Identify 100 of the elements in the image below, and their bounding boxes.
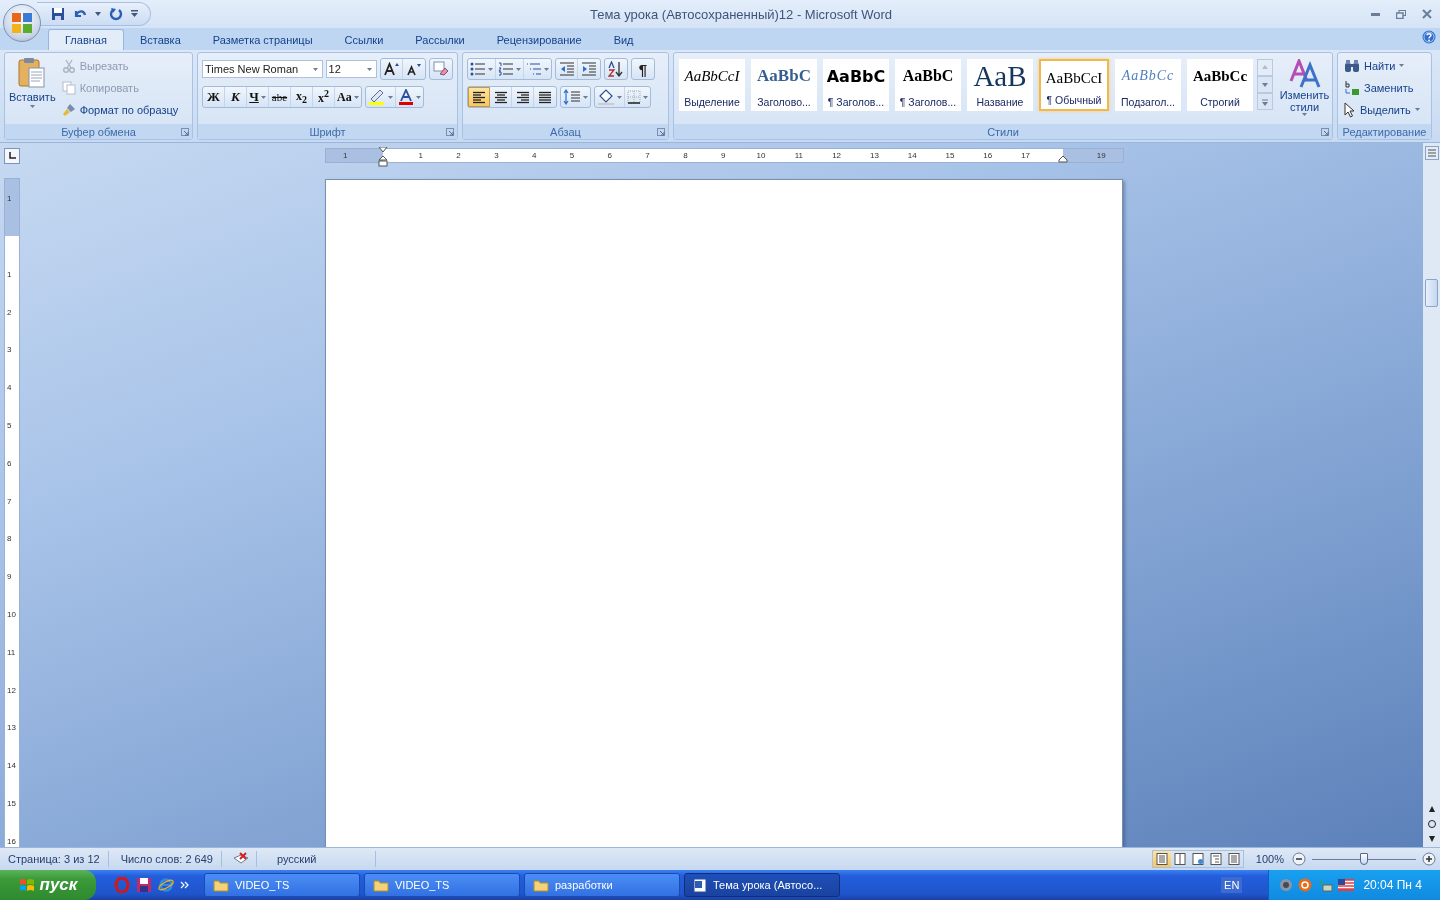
right-indent-marker-icon[interactable] <box>1058 155 1068 163</box>
taskbar-button[interactable]: VIDEO_TS <box>204 873 360 897</box>
font-name-field[interactable]: Times New Roman <box>202 60 323 78</box>
windows-flag-icon <box>18 877 35 893</box>
scroll-down-icon[interactable] <box>1257 76 1273 93</box>
minimize-icon[interactable] <box>1371 12 1380 16</box>
ruler-number: 1 <box>418 150 423 161</box>
cursor-icon <box>1344 101 1356 118</box>
bullets-button[interactable] <box>468 59 496 79</box>
style-tile[interactable]: AaBbC ¶ Заголов... <box>895 59 961 111</box>
ruler-number: 13 <box>869 150 879 161</box>
taskbar-button[interactable]: VIDEO_TS <box>364 873 520 897</box>
indent-marker-icon[interactable] <box>378 147 388 167</box>
dialog-launcher-icon[interactable] <box>446 128 454 136</box>
ruler-number: 14 <box>7 761 16 771</box>
scrollbar-thumb[interactable] <box>1425 279 1438 307</box>
format-button[interactable]: К <box>225 87 247 107</box>
format-button[interactable]: abe <box>269 87 291 107</box>
ribbon-tab[interactable]: Ссылки <box>328 30 400 50</box>
internet-explorer-icon[interactable] <box>158 877 174 893</box>
group-label: Стили <box>987 125 1019 138</box>
caret-icon <box>583 95 588 99</box>
format-button[interactable]: Aa <box>335 87 361 107</box>
editing-command[interactable]: Заменить <box>1344 79 1427 96</box>
browse-object-icon[interactable] <box>1426 819 1437 829</box>
style-tile[interactable]: AaBbCcI Выделение <box>679 59 745 111</box>
paste-button[interactable]: Вставить <box>7 55 58 122</box>
ribbon-tab[interactable]: Вид <box>597 30 650 50</box>
style-tile[interactable]: AaBbC ¶ Заголов... <box>823 59 889 111</box>
taskbar-button[interactable]: Тема урока (Автосо... <box>684 873 840 897</box>
ruler-number: 3 <box>7 345 12 355</box>
replace-icon <box>1344 79 1360 96</box>
style-tile[interactable]: AaB Название <box>967 59 1033 111</box>
folder-icon <box>373 878 389 892</box>
dialog-launcher-icon[interactable] <box>657 128 665 136</box>
tray-app-icon[interactable] <box>1298 878 1313 892</box>
ruler-number: 1 <box>342 150 348 161</box>
view-button[interactable] <box>1152 851 1171 867</box>
ruler-number: 16 <box>7 836 16 846</box>
ruler-number: 11 <box>7 647 16 657</box>
format-button[interactable]: x$^{2}$ <box>313 87 335 107</box>
tab-selector-button[interactable] <box>4 148 20 164</box>
dialog-launcher-icon[interactable] <box>1321 128 1329 136</box>
ribbon-tab[interactable]: Разметка страницы <box>196 30 329 50</box>
borders-button[interactable] <box>625 87 650 107</box>
previous-page-icon[interactable] <box>1426 805 1437 813</box>
change-styles-button[interactable]: Изменить стили <box>1279 57 1330 122</box>
format-button[interactable]: Ч <box>247 87 269 107</box>
line-spacing-button[interactable] <box>561 87 590 107</box>
ribbon-tab[interactable]: Рецензирование <box>480 30 598 50</box>
ruler-number: 11 <box>794 150 803 161</box>
clipboard-command[interactable]: Формат по образцу <box>61 101 179 118</box>
decrease-indent-icon <box>558 62 575 76</box>
word-count[interactable]: Число слов: 2 649 <box>112 851 222 867</box>
numbering-button[interactable] <box>496 59 524 79</box>
page-layout-icon <box>1209 853 1222 865</box>
next-page-icon[interactable] <box>1426 835 1437 843</box>
help-icon[interactable] <box>1422 30 1436 44</box>
flag-icon[interactable] <box>1338 879 1355 891</box>
restore-icon[interactable] <box>1396 9 1406 19</box>
chevron-icon[interactable] <box>180 881 190 889</box>
caret-icon <box>353 95 359 99</box>
editing-command[interactable]: Найти <box>1344 57 1427 74</box>
redo-icon[interactable] <box>109 7 123 21</box>
grow-font-button[interactable] <box>381 59 403 79</box>
language-indicator[interactable]: русский <box>260 851 376 867</box>
editing-command[interactable]: Выделить <box>1344 101 1427 118</box>
taskbar-button[interactable]: разработки <box>524 873 680 897</box>
dialog-launcher-icon[interactable] <box>181 128 189 136</box>
zoom-slider-thumb[interactable] <box>1360 852 1368 865</box>
page-layout-icon <box>1227 853 1240 865</box>
more-styles-icon[interactable] <box>1257 93 1273 110</box>
caret-icon[interactable] <box>95 12 101 16</box>
save-icon[interactable] <box>51 7 65 21</box>
shading-button[interactable] <box>595 87 625 107</box>
show-marks-button[interactable]: ¶ <box>632 59 654 79</box>
style-tile[interactable]: AaBbCc Подзагол... <box>1115 59 1181 111</box>
close-icon[interactable] <box>1422 9 1432 19</box>
window-title: Тема урока (Автосохраненный)12 - Microsoft Word <box>588 6 894 22</box>
format-button[interactable]: x$_{2}$ <box>291 87 313 107</box>
speaker-icon[interactable] <box>1279 878 1294 892</box>
spelling-check-icon[interactable] <box>231 852 250 866</box>
zoom-in-icon[interactable] <box>1422 852 1436 866</box>
align-button[interactable] <box>468 87 490 107</box>
ruler-number: 10 <box>756 150 766 161</box>
style-tile[interactable]: AaBbCc Строгий <box>1187 59 1253 111</box>
style-tile[interactable]: AaBbCcI ¶ Обычный <box>1039 59 1109 111</box>
language-indicator[interactable]: EN <box>1221 877 1243 893</box>
start-button[interactable]: пуск <box>0 870 96 900</box>
ribbon-tab[interactable]: Рассылки <box>399 30 481 50</box>
style-tile[interactable]: AaBbC Заголово... <box>751 59 817 111</box>
ribbon-tab[interactable]: Главная <box>48 29 124 50</box>
font-size-field[interactable]: 12 <box>325 60 377 78</box>
format-button[interactable]: Ж <box>203 87 225 107</box>
ribbon-tab[interactable]: Вставка <box>123 30 197 50</box>
page-count[interactable]: Страница: 3 из 12 <box>0 851 109 867</box>
zoom-level[interactable]: 100% <box>1247 853 1288 865</box>
zoom-out-icon[interactable] <box>1292 852 1306 866</box>
customize-menu-icon[interactable] <box>131 10 138 18</box>
ruler-number: 9 <box>7 572 12 582</box>
